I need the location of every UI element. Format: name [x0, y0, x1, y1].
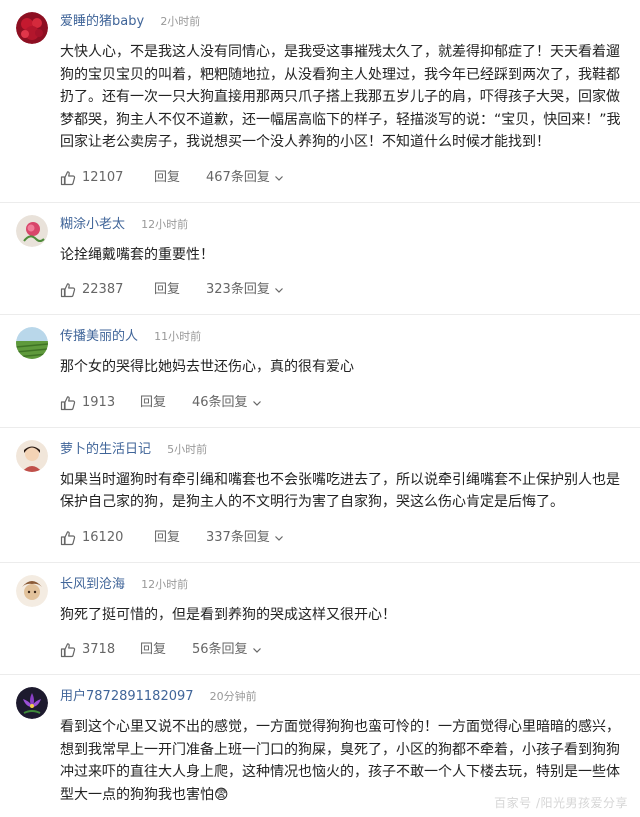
avatar[interactable]	[16, 327, 48, 359]
timestamp: 12小时前	[141, 217, 189, 231]
avatar[interactable]	[16, 214, 48, 247]
reply-button[interactable]: 回复	[154, 162, 180, 194]
avatar[interactable]	[16, 12, 48, 44]
timestamp: 20分钟前	[209, 690, 257, 703]
like-count: 12107	[82, 169, 124, 185]
like-count: 1913	[82, 394, 116, 410]
comment-text: 如果当时遛狗时有牵引绳和嘴套也不会张嘴吃进去了，所以说牵引绳嘴套不止保护别人也是…	[60, 471, 620, 511]
comment-actions: 3718 回复 56条回复	[60, 634, 624, 666]
comment-meta: 糊涂小老太 12小时前	[60, 203, 624, 236]
comment-text: 大快人心，不是我这人没有同情心，是我受这事摧残太久了，就差得抑郁症了！天天看着遛…	[60, 44, 621, 150]
watermark: 百家号 /阳光男孩爱分享	[494, 796, 628, 810]
comment-item: 用户7872891182097 20分钟前 看到这个心里又说不出的感觉，一方面觉…	[0, 675, 640, 806]
timestamp: 2小时前	[160, 15, 201, 28]
like-button[interactable]: 12107	[60, 162, 154, 194]
comment-meta: 萝卜的生活日记 5小时前	[60, 428, 624, 461]
view-replies-button[interactable]: 323条回复	[206, 274, 284, 306]
reply-count: 46条回复	[192, 394, 248, 410]
view-replies-button[interactable]: 337条回复	[206, 522, 284, 554]
chevron-down-icon	[274, 175, 283, 181]
like-count: 16120	[82, 529, 124, 545]
comment-text: 看到这个心里又说不出的感觉，一方面觉得狗狗也蛮可怜的！一方面觉得心里暗暗的感兴，…	[60, 719, 620, 803]
comment-item: 萝卜的生活日记 5小时前 如果当时遛狗时有牵引绳和嘴套也不会张嘴吃进去了，所以说…	[0, 428, 640, 563]
comment-meta: 用户7872891182097 20分钟前	[60, 675, 624, 708]
username[interactable]: 用户7872891182097	[60, 689, 194, 704]
chevron-down-icon	[274, 535, 283, 541]
comment-actions: 1913 回复 46条回复	[60, 387, 624, 419]
like-count: 3718	[82, 642, 116, 657]
comment-item: 传播美丽的人 11小时前 那个女的哭得比她妈去世还伤心，真的很有爱心 1913 …	[0, 315, 640, 428]
like-button[interactable]: 1913	[60, 387, 140, 419]
reply-count: 467条回复	[206, 169, 270, 185]
thumbs-up-icon	[60, 395, 76, 410]
reply-button[interactable]: 回复	[154, 522, 180, 554]
comment-item: 糊涂小老太 12小时前 论拴绳戴嘴套的重要性！ 22387 回复 323条回复	[0, 203, 640, 315]
avatar[interactable]	[16, 439, 48, 472]
comment-text: 论拴绳戴嘴套的重要性！	[60, 246, 214, 263]
comment-actions: 12107 回复 467条回复	[60, 162, 624, 194]
username[interactable]: 萝卜的生活日记	[60, 442, 151, 457]
username[interactable]: 爱睡的猪baby	[60, 14, 144, 29]
username[interactable]: 糊涂小老太	[60, 217, 125, 232]
reply-button[interactable]: 回复	[154, 274, 180, 306]
thumbs-up-icon	[60, 283, 76, 298]
chevron-down-icon	[252, 648, 261, 653]
like-button[interactable]: 22387	[60, 274, 154, 306]
username[interactable]: 长风到沧海	[60, 577, 125, 592]
thumbs-up-icon	[60, 530, 76, 545]
comment-actions: 22387 回复 323条回复	[60, 274, 624, 306]
timestamp: 12小时前	[141, 577, 189, 591]
comment-text: 狗死了挺可惜的，但是看到养狗的哭成这样又很开心！	[60, 606, 396, 623]
reply-count: 56条回复	[192, 642, 248, 657]
like-button[interactable]: 16120	[60, 522, 154, 554]
comment-actions: 16120 回复 337条回复	[60, 522, 624, 554]
comment-meta: 长风到沧海 12小时前	[60, 563, 624, 596]
view-replies-button[interactable]: 46条回复	[192, 387, 262, 419]
comment-meta: 传播美丽的人 11小时前	[60, 315, 624, 348]
username[interactable]: 传播美丽的人	[60, 329, 138, 344]
view-replies-button[interactable]: 56条回复	[192, 634, 262, 666]
comment-meta: 爱睡的猪baby 2小时前	[60, 0, 624, 33]
avatar[interactable]	[16, 574, 48, 607]
comment-item: 长风到沧海 12小时前 狗死了挺可惜的，但是看到养狗的哭成这样又很开心！ 371…	[0, 563, 640, 675]
reply-count: 323条回复	[206, 282, 270, 297]
thumbs-up-icon	[60, 170, 76, 185]
reply-button[interactable]: 回复	[140, 634, 166, 666]
comment-item: 爱睡的猪baby 2小时前 大快人心，不是我这人没有同情心，是我受这事摧残太久了…	[0, 0, 640, 203]
timestamp: 11小时前	[154, 330, 202, 343]
like-count: 22387	[82, 282, 124, 297]
like-button[interactable]: 3718	[60, 634, 140, 666]
chevron-down-icon	[274, 288, 283, 293]
timestamp: 5小时前	[167, 442, 208, 456]
chevron-down-icon	[252, 400, 261, 406]
reply-button[interactable]: 回复	[140, 387, 166, 419]
thumbs-up-icon	[60, 643, 76, 658]
avatar[interactable]	[16, 687, 48, 719]
reply-count: 337条回复	[206, 529, 270, 545]
view-replies-button[interactable]: 467条回复	[206, 162, 284, 194]
comment-text: 那个女的哭得比她妈去世还伤心，真的很有爱心	[60, 359, 354, 375]
